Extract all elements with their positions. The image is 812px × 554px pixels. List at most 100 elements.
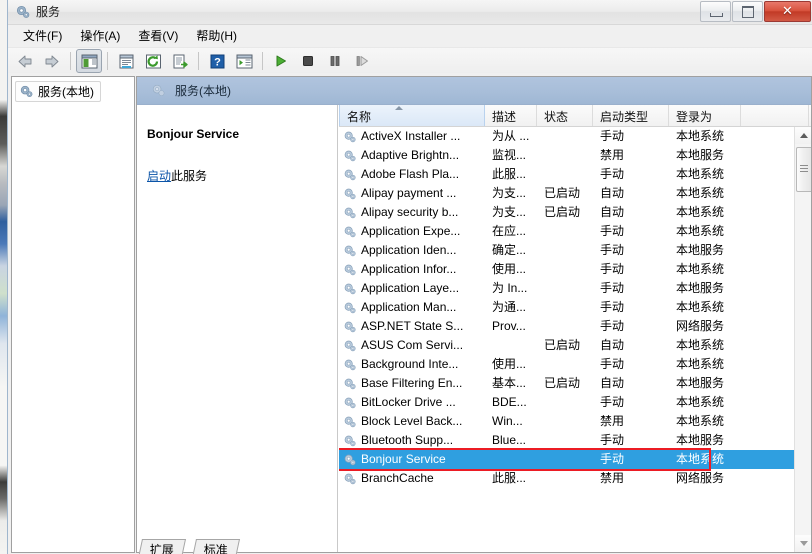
cell-service-name: BitLocker Drive ... [339,393,485,412]
sidebar-item-services-local[interactable]: 服务(本地) [15,81,101,102]
menu-file[interactable]: 文件(F) [14,26,71,46]
cell-service-name-label: Adaptive Brightn... [361,148,460,162]
cell-service-name: Application Laye... [339,279,485,298]
column-header-name[interactable]: 名称 [339,105,485,126]
menu-action[interactable]: 操作(A) [71,26,129,46]
table-row[interactable]: ActiveX Installer ... 为从 ... 手动 本地系统 [339,127,794,146]
start-service-link[interactable]: 启动 [147,169,171,183]
service-action-suffix: 此服务 [171,169,208,183]
services-gear-icon [343,453,357,467]
cell-service-name: Bluetooth Supp... [339,431,485,450]
column-header-startup-type[interactable]: 启动类型 [593,105,669,126]
table-row[interactable]: Application Expe... 在应... 手动 本地系统 [339,222,794,241]
table-row[interactable]: Application Man... 为通... 手动 本地系统 [339,298,794,317]
table-row[interactable]: Application Iden... 确定... 手动 本地服务 [339,241,794,260]
cell-status: 已启动 [544,338,581,352]
services-gear-icon [343,320,357,334]
table-row[interactable]: Application Laye... 为 In... 手动 本地服务 [339,279,794,298]
menu-view[interactable]: 查看(V) [129,26,187,46]
services-gear-icon [343,187,357,201]
cell-log-on-as: 本地服务 [676,376,725,390]
table-row[interactable]: Adobe Flash Pla... 此服... 手动 本地系统 [339,165,794,184]
table-row[interactable]: Base Filtering En... 基本... 已启动 自动 本地服务 [339,374,794,393]
cell-service-name-label: Application Infor... [361,262,457,276]
export-list-button[interactable] [167,49,193,73]
help-button[interactable]: ? [204,49,230,73]
cell-log-on-as: 本地系统 [676,452,725,466]
table-row[interactable]: Adaptive Brightn... 监视... 禁用 本地服务 [339,146,794,165]
cell-description: 此服... [492,471,527,485]
stop-service-button[interactable] [295,49,321,73]
pause-service-button[interactable] [322,49,348,73]
cell-description: Blue... [492,433,527,447]
cell-description: 为支... [492,205,527,219]
services-gear-icon [343,472,357,486]
cell-startup-type: 禁用 [600,414,625,428]
services-window-screenshot: 服务 ✕ 文件(F) 操作(A) 查看(V) 帮助(H) ? 服务(本地) 服务… [0,0,812,554]
table-row[interactable]: Bonjour Service 手动 本地系统 [339,450,794,469]
table-row[interactable]: BitLocker Drive ... BDE... 手动 本地系统 [339,393,794,412]
cell-service-name-label: ASUS Com Servi... [361,338,464,352]
table-row[interactable]: Bluetooth Supp... Blue... 手动 本地服务 [339,431,794,450]
cell-startup-type: 手动 [600,243,625,257]
tab-extended-label: 扩展 [149,543,174,554]
selected-service-name: Bonjour Service [147,127,240,141]
list-vertical-scrollbar[interactable] [794,127,811,552]
table-row[interactable]: BranchCache 此服... 禁用 网络服务 [339,469,794,488]
cell-log-on-as: 本地服务 [676,281,725,295]
stop-service-icon [301,54,315,68]
cell-service-name-label: Application Man... [361,300,457,314]
table-row[interactable]: Block Level Back... Win... 禁用 本地系统 [339,412,794,431]
cell-startup-type: 自动 [600,338,625,352]
menu-help[interactable]: 帮助(H) [187,26,246,46]
column-header-log-on-as[interactable]: 登录为 [669,105,741,126]
forward-button[interactable] [39,49,65,73]
column-header-status[interactable]: 状态 [537,105,593,126]
services-row-container: ActiveX Installer ... 为从 ... 手动 本地系统 Adaptiv… [339,127,794,552]
service-details-panel: Bonjour Service 启动此服务 [137,105,338,552]
tab-standard-label: 标准 [203,543,228,554]
back-button[interactable] [12,49,38,73]
close-button[interactable]: ✕ [764,1,811,22]
cell-log-on-as: 网络服务 [676,471,725,485]
cell-log-on-as: 本地系统 [676,357,725,371]
restart-service-button[interactable] [349,49,375,73]
refresh-button[interactable] [140,49,166,73]
table-row[interactable]: Alipay payment ... 为支... 已启动 自动 本地系统 [339,184,794,203]
services-gear-icon [343,282,357,296]
toolbar-separator-1 [70,52,71,70]
cell-startup-type: 自动 [600,205,625,219]
cell-service-name: BranchCache [339,469,485,488]
column-header-extra[interactable] [741,105,809,126]
cell-startup-type: 手动 [600,281,625,295]
scrollbar-thumb[interactable] [796,147,811,192]
pane-header: 服务(本地) [137,77,811,105]
table-row[interactable]: ASUS Com Servi... 已启动 自动 本地系统 [339,336,794,355]
column-header-description[interactable]: 描述 [485,105,537,126]
services-gear-icon [151,83,166,98]
scroll-up-button[interactable] [795,127,811,144]
table-row[interactable]: ASP.NET State S... Prov... 手动 网络服务 [339,317,794,336]
minimize-button[interactable] [700,1,731,22]
cell-log-on-as: 本地系统 [676,300,725,314]
services-pane: 服务(本地) Bonjour Service 启动此服务 名称 描述 状态 启动… [136,76,812,553]
table-row[interactable]: Application Infor... 使用... 手动 本地系统 [339,260,794,279]
sort-ascending-icon [395,106,403,110]
table-row[interactable]: Alipay security b... 为支... 已启动 自动 本地系统 [339,203,794,222]
help-icon: ? [210,54,225,69]
cell-startup-type: 手动 [600,262,625,276]
forward-icon [43,54,61,69]
tab-extended[interactable]: 扩展 [137,539,187,554]
services-gear-icon [343,377,357,391]
start-service-button[interactable] [268,49,294,73]
maximize-button[interactable] [732,1,763,22]
pause-service-icon [328,54,342,68]
cell-service-name-label: Application Laye... [361,281,460,295]
window-title: 服务 [36,5,61,19]
properties-button[interactable] [113,49,139,73]
export-list-icon [172,54,189,69]
tab-standard[interactable]: 标准 [191,539,241,554]
table-row[interactable]: Background Inte... 使用... 手动 本地系统 [339,355,794,374]
show-action-pane-button[interactable] [231,49,257,73]
show-hide-tree-button[interactable] [76,49,102,73]
